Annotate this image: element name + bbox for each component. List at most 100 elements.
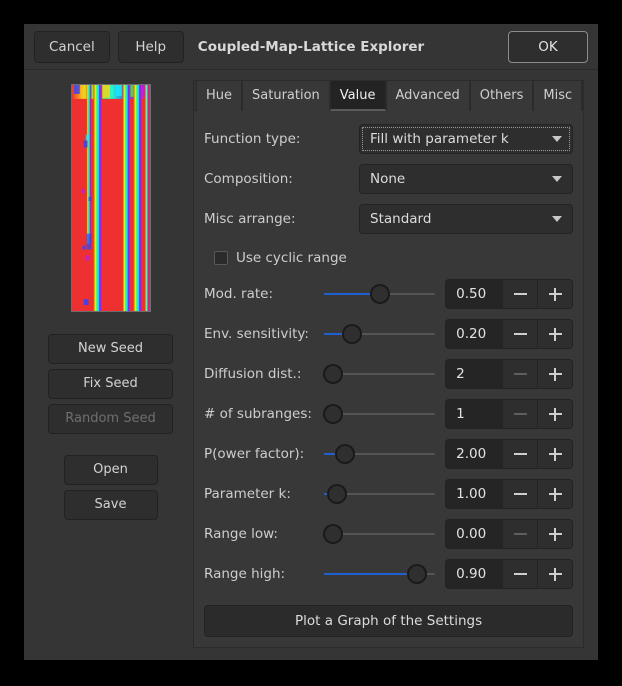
mod-rate-increment-button[interactable] (537, 280, 572, 308)
minus-icon (514, 573, 527, 575)
power-factor-value[interactable]: 2.00 (446, 440, 502, 468)
mod-rate-decrement-button[interactable] (502, 280, 537, 308)
range-low-value[interactable]: 0.00 (446, 520, 502, 548)
tab-value[interactable]: Value (330, 81, 386, 111)
settings-notebook: Hue Saturation Value Advanced Others Mis… (193, 80, 584, 648)
slider-row-parameter-k: Parameter k: 1.00 (204, 477, 573, 511)
mod-rate-slider[interactable] (324, 282, 435, 306)
num-subranges-slider[interactable] (324, 402, 435, 426)
lattice-preview-image (72, 85, 150, 311)
diffusion-dist-slider[interactable] (324, 362, 435, 386)
range-low-slider[interactable] (324, 522, 435, 546)
plus-icon-v (554, 368, 556, 381)
num-subranges-spinner[interactable]: 1 (445, 399, 573, 429)
slider-row-power-factor: P(ower factor): 2.00 (204, 437, 573, 471)
num-subranges-decrement-button (502, 400, 537, 428)
save-button[interactable]: Save (64, 490, 158, 520)
range-high-spinner[interactable]: 0.90 (445, 559, 573, 589)
minus-icon (514, 493, 527, 495)
slider-handle[interactable] (324, 365, 342, 383)
chevron-down-icon (552, 216, 562, 222)
composition-row: Composition: None (204, 163, 573, 195)
slider-fill (324, 573, 408, 575)
use-cyclic-range-row[interactable]: Use cyclic range (214, 245, 573, 271)
value-tab-page: Function type: Fill with parameter k Com… (194, 111, 583, 647)
slider-handle[interactable] (328, 485, 346, 503)
diffusion-dist-increment-button[interactable] (537, 360, 572, 388)
slider-handle[interactable] (408, 565, 426, 583)
minus-icon (514, 333, 527, 335)
mod-rate-value[interactable]: 0.50 (446, 280, 502, 308)
env-sensitivity-spinner[interactable]: 0.20 (445, 319, 573, 349)
chevron-down-icon (552, 176, 562, 182)
power-factor-slider[interactable] (324, 442, 435, 466)
range-low-increment-button[interactable] (537, 520, 572, 548)
slider-handle[interactable] (324, 525, 342, 543)
parameter-k-slider[interactable] (324, 482, 435, 506)
range-high-slider[interactable] (324, 562, 435, 586)
plus-icon-v (554, 408, 556, 421)
misc-arrange-row: Misc arrange: Standard (204, 203, 573, 235)
diffusion-dist-value[interactable]: 2 (446, 360, 502, 388)
slider-fill (324, 333, 343, 335)
parameter-k-spinner[interactable]: 1.00 (445, 479, 573, 509)
power-factor-decrement-button[interactable] (502, 440, 537, 468)
slider-handle[interactable] (336, 445, 354, 463)
slider-row-env-sensitivity: Env. sensitivity: 0.20 (204, 317, 573, 351)
plot-graph-button[interactable]: Plot a Graph of the Settings (204, 605, 573, 637)
tab-others[interactable]: Others (470, 81, 534, 111)
sidebar: New Seed Fix Seed Random Seed Open Save (38, 80, 183, 648)
env-sensitivity-slider[interactable] (324, 322, 435, 346)
function-type-combo[interactable]: Fill with parameter k (359, 124, 573, 154)
plus-icon-v (554, 288, 556, 301)
num-subranges-value[interactable]: 1 (446, 400, 502, 428)
diffusion-dist-spinner[interactable]: 2 (445, 359, 573, 389)
env-sensitivity-increment-button[interactable] (537, 320, 572, 348)
header-bar: Cancel Help Coupled-Map-Lattice Explorer… (24, 24, 598, 70)
range-high-label: Range high: (204, 566, 324, 582)
use-cyclic-range-checkbox[interactable] (214, 251, 228, 265)
slider-handle[interactable] (324, 405, 342, 423)
fix-seed-button[interactable]: Fix Seed (48, 369, 173, 399)
slider-row-diffusion-dist: Diffusion dist.: 2 (204, 357, 573, 391)
lattice-preview[interactable] (71, 84, 151, 312)
mod-rate-spinner[interactable]: 0.50 (445, 279, 573, 309)
tab-strip: Hue Saturation Value Advanced Others Mis… (194, 81, 583, 111)
help-button[interactable]: Help (118, 31, 184, 63)
tab-misc[interactable]: Misc (533, 81, 582, 111)
plus-icon-v (554, 448, 556, 461)
dialog-body: New Seed Fix Seed Random Seed Open Save … (24, 70, 598, 662)
composition-combo[interactable]: None (359, 164, 573, 194)
range-high-decrement-button[interactable] (502, 560, 537, 588)
tab-hue[interactable]: Hue (196, 81, 242, 111)
chevron-down-icon (552, 136, 562, 142)
range-high-value[interactable]: 0.90 (446, 560, 502, 588)
slider-row-range-low: Range low: 0.00 (204, 517, 573, 551)
minus-icon (514, 413, 527, 415)
new-seed-button[interactable]: New Seed (48, 334, 173, 364)
use-cyclic-range-label: Use cyclic range (236, 250, 347, 266)
open-button[interactable]: Open (64, 455, 158, 485)
range-high-increment-button[interactable] (537, 560, 572, 588)
parameter-k-increment-button[interactable] (537, 480, 572, 508)
range-low-spinner[interactable]: 0.00 (445, 519, 573, 549)
parameter-k-decrement-button[interactable] (502, 480, 537, 508)
ok-button[interactable]: OK (508, 31, 588, 63)
misc-arrange-combo[interactable]: Standard (359, 204, 573, 234)
num-subranges-increment-button[interactable] (537, 400, 572, 428)
composition-value: None (370, 171, 405, 187)
tab-advanced[interactable]: Advanced (386, 81, 470, 111)
slider-handle[interactable] (371, 285, 389, 303)
env-sensitivity-decrement-button[interactable] (502, 320, 537, 348)
tab-saturation[interactable]: Saturation (242, 81, 330, 111)
parameter-k-value[interactable]: 1.00 (446, 480, 502, 508)
env-sensitivity-value[interactable]: 0.20 (446, 320, 502, 348)
slider-row-num-subranges: # of subranges: 1 (204, 397, 573, 431)
minus-icon (514, 373, 527, 375)
function-type-value: Fill with parameter k (370, 131, 509, 147)
plus-icon-v (554, 568, 556, 581)
power-factor-spinner[interactable]: 2.00 (445, 439, 573, 469)
cancel-button[interactable]: Cancel (34, 31, 110, 63)
power-factor-increment-button[interactable] (537, 440, 572, 468)
slider-handle[interactable] (343, 325, 361, 343)
